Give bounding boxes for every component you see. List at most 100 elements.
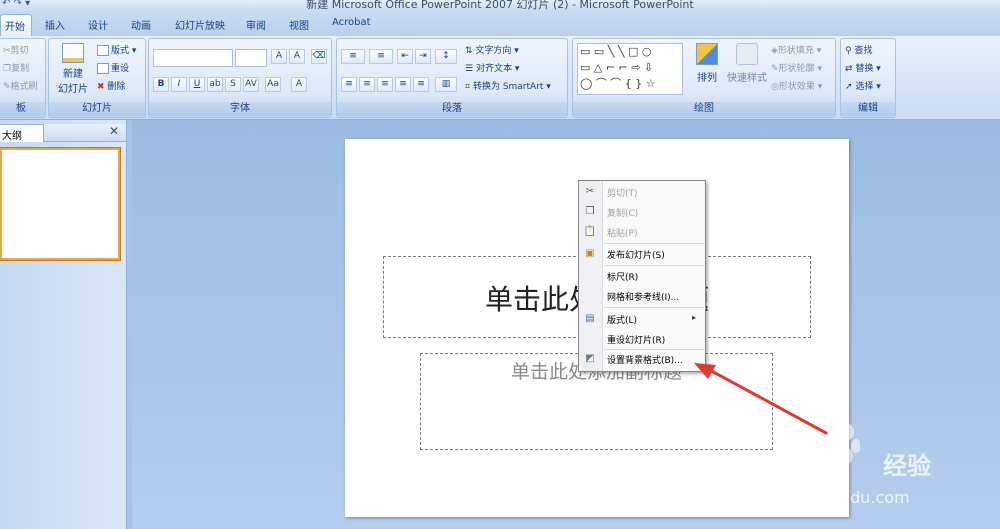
numbering-button[interactable]: ≡ xyxy=(369,49,393,64)
group-slides: 新建 幻灯片 版式 ▾ 重设 ✖ 删除 幻灯片 xyxy=(48,38,146,118)
tab-slideshow[interactable]: 幻灯片放映 xyxy=(175,17,225,32)
replace-icon: ⇄ xyxy=(845,64,853,74)
smartart-icon: ⌗ xyxy=(465,82,471,92)
shape-outline-button[interactable]: ✎形状轮廓 ▾ xyxy=(771,61,822,74)
find-button[interactable]: ⚲ 查找 xyxy=(845,43,872,56)
menu-item-cut[interactable]: 剪切(T) xyxy=(607,186,638,199)
new-slide-icon xyxy=(62,43,84,63)
bullets-button[interactable]: ≡ xyxy=(341,49,365,64)
font-size-combo[interactable] xyxy=(235,49,267,67)
shrink-font-button[interactable]: A xyxy=(289,49,305,64)
tab-insert[interactable]: 插入 xyxy=(45,17,65,32)
publish-icon: ▣ xyxy=(585,248,595,259)
align-right-button[interactable]: ≡ xyxy=(377,77,393,92)
submenu-arrow-icon: ▸ xyxy=(692,313,697,322)
background-icon: ◩ xyxy=(585,353,595,364)
tab-review[interactable]: 审阅 xyxy=(246,17,266,32)
tab-home[interactable]: 开始 xyxy=(0,14,32,36)
format-painter-button[interactable]: ✎格式刷 xyxy=(3,79,38,92)
font-name-combo[interactable] xyxy=(153,49,233,67)
copy-icon: ❐ xyxy=(585,206,595,217)
close-icon[interactable]: ✕ xyxy=(109,124,119,138)
increase-indent-button[interactable]: ⇥ xyxy=(415,49,431,64)
shadow-button[interactable]: S xyxy=(225,77,241,92)
menu-item-reset-slide[interactable]: 重设幻灯片(R) xyxy=(607,333,665,346)
text-direction-button[interactable]: ⇅ 文字方向 ▾ xyxy=(465,43,519,56)
align-text-icon: ☰ xyxy=(465,64,474,74)
replace-button[interactable]: ⇄ 替换 ▾ xyxy=(845,61,881,74)
strikethrough-button[interactable]: ab xyxy=(207,77,223,92)
reset-button[interactable]: 重设 xyxy=(97,61,129,74)
char-spacing-button[interactable]: AV xyxy=(243,77,259,92)
shapes-gallery[interactable]: ▭ ▭ ╲ ╲ □ ○ ▭ △ ⌐ ⌐ ⇨ ⇩ ◯ ⌒ ⌒ { } ☆ xyxy=(577,43,683,95)
distributed-button[interactable]: ≡ xyxy=(413,77,429,92)
menu-separator xyxy=(604,265,704,266)
reset-icon xyxy=(97,63,109,74)
copy-button[interactable]: ❐复制 xyxy=(3,61,29,74)
fill-icon: ◈ xyxy=(771,46,778,56)
tab-design[interactable]: 设计 xyxy=(88,17,108,32)
binoculars-icon: ⚲ xyxy=(845,46,852,56)
text-direction-icon: ⇅ xyxy=(465,46,473,56)
group-editing: ⚲ 查找 ⇄ 替换 ▾ ➚ 选择 ▾ 编辑 xyxy=(840,38,896,118)
italic-button[interactable]: I xyxy=(171,77,187,92)
clear-format-button[interactable]: ⌫ xyxy=(311,49,327,64)
group-label-clipboard: 板 xyxy=(0,102,45,116)
shape-fill-button[interactable]: ◈形状填充 ▾ xyxy=(771,43,821,56)
smartart-button[interactable]: ⌗ 转换为 SmartArt ▾ xyxy=(465,79,551,92)
new-slide-button[interactable]: 新建 幻灯片 xyxy=(55,43,91,95)
group-clipboard: ✂剪切 ❐复制 ✎格式刷 板 xyxy=(0,38,46,118)
align-text-button[interactable]: ☰ 对齐文本 ▾ xyxy=(465,61,519,74)
group-label-font: 字体 xyxy=(149,102,331,116)
layout-icon xyxy=(97,45,109,56)
title-bar: ↶ ↷ ▾ 新建 Microsoft Office PowerPoint 200… xyxy=(0,0,1000,12)
align-left-button[interactable]: ≡ xyxy=(341,77,357,92)
bold-button[interactable]: B xyxy=(153,77,169,92)
slide-thumbnail[interactable] xyxy=(0,148,120,260)
paste-icon: 📋 xyxy=(583,226,597,237)
scissors-icon: ✂ xyxy=(3,46,11,56)
columns-button[interactable]: ▥ xyxy=(435,77,457,92)
underline-button[interactable]: U xyxy=(189,77,205,92)
cut-button[interactable]: ✂剪切 xyxy=(3,43,29,56)
font-color-button[interactable]: A xyxy=(291,77,307,92)
line-spacing-button[interactable]: ↕ xyxy=(435,49,457,64)
menu-item-grid-guides[interactable]: 网格和参考线(I)... xyxy=(607,290,679,303)
align-center-button[interactable]: ≡ xyxy=(359,77,375,92)
group-label-slides: 幻灯片 xyxy=(49,102,145,116)
scissors-icon: ✂ xyxy=(585,186,595,197)
group-drawing: ▭ ▭ ╲ ╲ □ ○ ▭ △ ⌐ ⌐ ⇨ ⇩ ◯ ⌒ ⌒ { } ☆ 排列 快… xyxy=(572,38,836,118)
arrange-icon xyxy=(696,43,718,65)
menu-item-paste[interactable]: 粘贴(P) xyxy=(607,226,637,239)
arrange-button[interactable]: 排列 xyxy=(691,43,723,84)
group-label-paragraph: 段落 xyxy=(337,102,567,116)
tab-view[interactable]: 视图 xyxy=(289,17,309,32)
menu-item-publish-slides[interactable]: 发布幻灯片(S) xyxy=(607,248,665,261)
quick-styles-button[interactable]: 快速样式 xyxy=(725,43,769,84)
delete-button[interactable]: ✖ 删除 xyxy=(97,79,125,92)
watermark-url: jingyan.baidu.com xyxy=(762,488,910,507)
menu-item-ruler[interactable]: 标尺(R) xyxy=(607,270,638,283)
menu-separator xyxy=(604,243,704,244)
change-case-button[interactable]: Aa xyxy=(265,77,281,92)
decrease-indent-button[interactable]: ⇤ xyxy=(397,49,413,64)
justify-button[interactable]: ≡ xyxy=(395,77,411,92)
layout-button[interactable]: 版式 ▾ xyxy=(97,43,136,56)
tab-animations[interactable]: 动画 xyxy=(131,17,151,32)
grow-font-button[interactable]: A xyxy=(271,49,287,64)
select-button[interactable]: ➚ 选择 ▾ xyxy=(845,79,881,92)
tab-outline[interactable]: 大纲 xyxy=(0,124,44,142)
group-label-editing: 编辑 xyxy=(841,102,895,116)
ribbon: ✂剪切 ❐复制 ✎格式刷 板 新建 幻灯片 版式 ▾ 重设 ✖ 删除 幻灯片 A… xyxy=(0,36,1000,120)
shapes-row-1: ▭ ▭ ╲ ╲ □ ○ xyxy=(580,45,652,58)
menu-item-format-background[interactable]: 设置背景格式(B)... xyxy=(607,353,683,366)
brush-icon: ✎ xyxy=(3,82,11,92)
menu-item-copy[interactable]: 复制(C) xyxy=(607,206,638,219)
watermark-brand-2: 经验 xyxy=(883,452,931,480)
tab-acrobat[interactable]: Acrobat xyxy=(332,17,371,28)
watermark-brand: Bai xyxy=(763,444,818,482)
shape-effects-button[interactable]: ◎形状效果 ▾ xyxy=(771,79,822,92)
menu-item-layout[interactable]: 版式(L) xyxy=(607,313,637,326)
outline-icon: ✎ xyxy=(771,64,779,74)
menu-separator xyxy=(604,307,704,308)
